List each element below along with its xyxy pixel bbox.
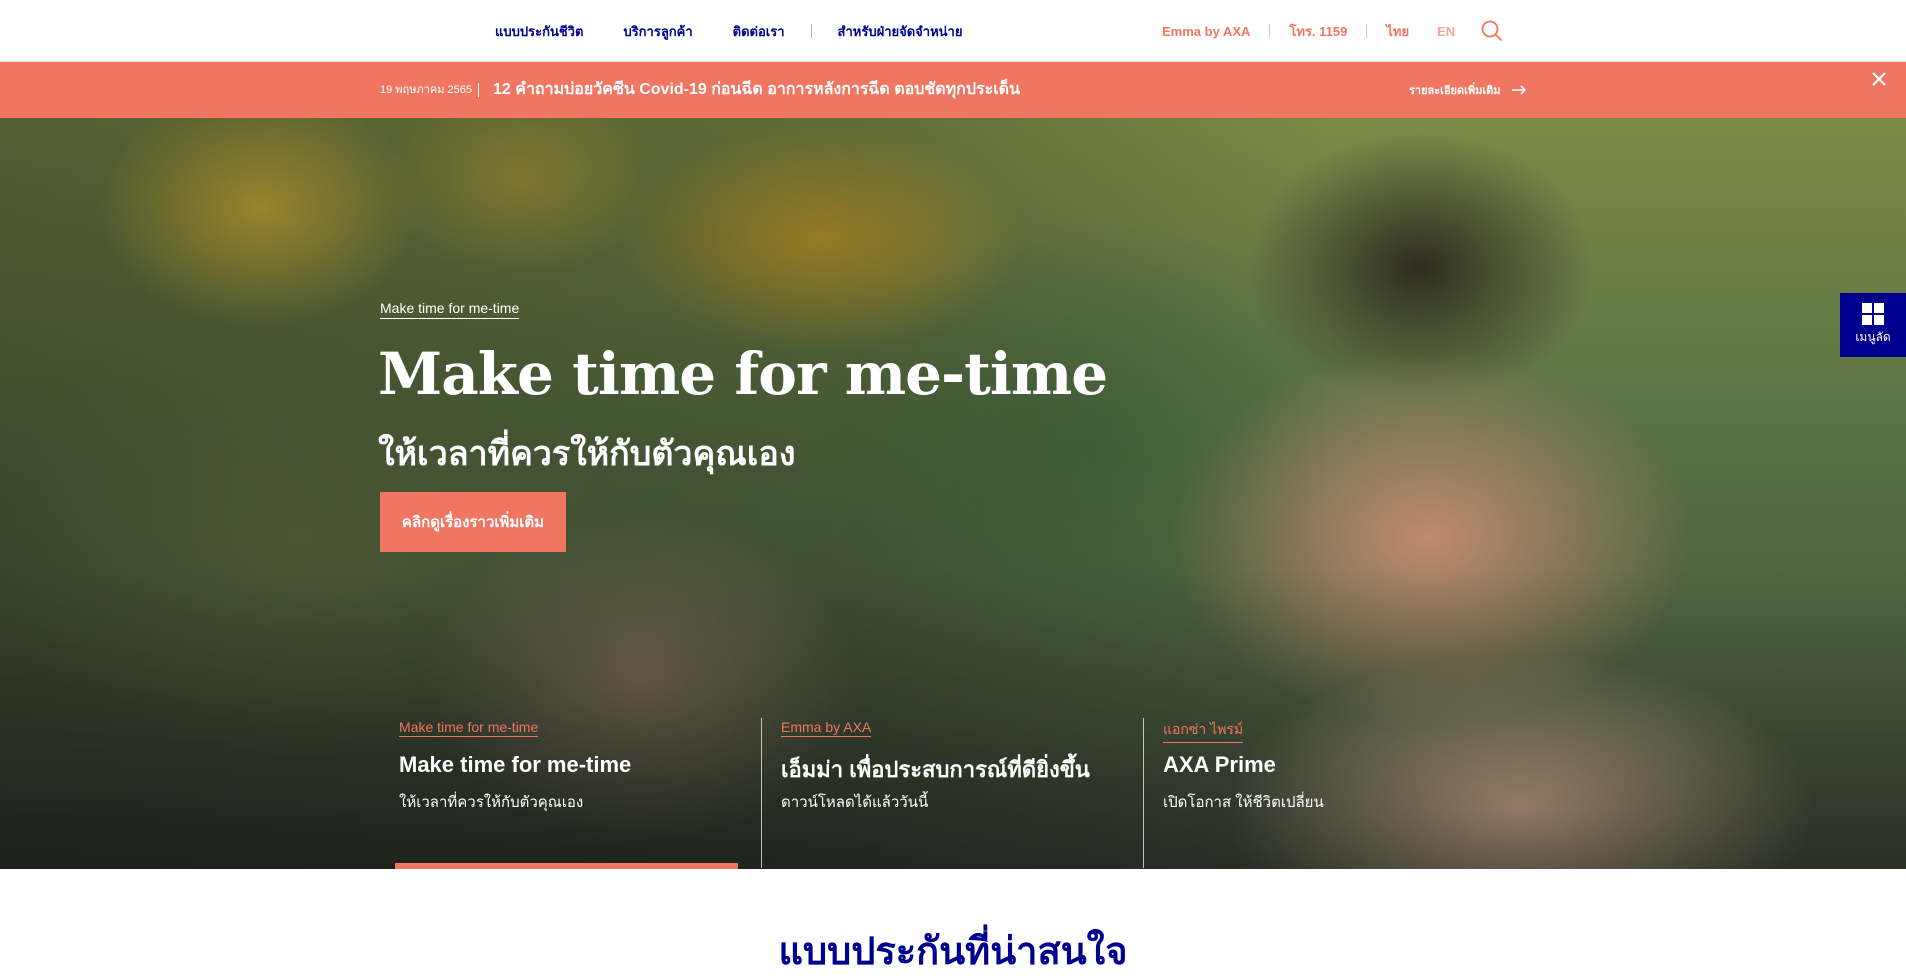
slide-description: ให้เวลาที่ควรให้กับตัวคุณเอง <box>399 794 584 811</box>
nav-divider <box>810 24 812 38</box>
announcement-more-link[interactable]: รายละเอียดเพิ่มเติม <box>1409 62 1527 118</box>
top-navigation: แบบประกันชีวิต บริการลูกค้า ติดต่อเรา สำ… <box>0 0 1906 62</box>
slide-description: ดาวน์โหลดได้แล้ววันนี้ <box>781 794 929 811</box>
slide-eyebrow: แอกซ่า ไพรม์ <box>1163 719 1244 743</box>
slide-title: เอ็มม่า เพื่อประสบการณ์ที่ดียิ่งขึ้น <box>781 757 1090 782</box>
quick-menu-button[interactable]: เมนูลัด <box>1840 293 1906 357</box>
hero-eyebrow-link[interactable]: Make time for me-time <box>380 300 520 319</box>
utility-menu: Emma by AXA โทร. 1159 ไทย EN <box>1162 0 1505 62</box>
hero-slide-selector: Make time for me-time Make time for me-t… <box>380 718 1540 868</box>
slide-tab[interactable]: Emma by AXA เอ็มม่า เพื่อประสบการณ์ที่ดี… <box>761 718 1121 868</box>
nav-customer-service[interactable]: บริการลูกค้า <box>623 21 692 42</box>
slide-tab[interactable]: Make time for me-time Make time for me-t… <box>380 718 740 868</box>
nav-life-insurance[interactable]: แบบประกันชีวิต <box>495 21 583 42</box>
slide-title: Make time for me-time <box>399 752 632 777</box>
emma-link[interactable]: Emma by AXA <box>1162 24 1250 39</box>
active-slide-indicator <box>395 863 738 869</box>
nav-distributors[interactable]: สำหรับฝ่ายจัดจำหน่าย <box>838 21 963 42</box>
hero-subtitle: ให้เวลาที่ควรให้กับตัวคุณเอง <box>378 435 796 473</box>
close-icon[interactable] <box>1868 68 1890 90</box>
quick-menu-label: เมนูลัด <box>1855 330 1891 344</box>
grid-icon <box>1862 303 1884 325</box>
language-thai[interactable]: ไทย <box>1386 21 1409 42</box>
utility-divider <box>1366 24 1368 38</box>
hero-cta-button[interactable]: คลิกดูเรื่องราวเพิ่มเติม <box>380 492 566 552</box>
utility-divider <box>1269 24 1271 38</box>
slide-eyebrow: Make time for me-time <box>399 719 539 737</box>
announcement-link[interactable]: 12 คำถามบ่อยวัคซีน Covid-19 ก่อนฉีด อากา… <box>493 62 1020 118</box>
announcement-divider <box>478 83 479 97</box>
announcement-bar: 19 พฤษภาคม 2565 12 คำถามบ่อยวัคซีน Covid… <box>0 62 1906 118</box>
search-icon[interactable] <box>1479 18 1505 44</box>
slide-tab[interactable]: แอกซ่า ไพรม์ AXA Prime เปิดโอกาส ให้ชีวิ… <box>1143 718 1503 868</box>
language-english[interactable]: EN <box>1437 24 1455 39</box>
slide-title: AXA Prime <box>1163 752 1276 777</box>
hero-title: Make time for me-time <box>378 340 1108 408</box>
section-title: แบบประกันที่น่าสนใจ <box>778 931 1128 973</box>
phone-link[interactable]: โทร. 1159 <box>1289 21 1347 42</box>
announcement-date: 19 พฤษภาคม 2565 <box>380 84 473 96</box>
slide-description: เปิดโอกาส ให้ชีวิตเปลี่ยน <box>1163 794 1324 811</box>
announcement-more-label: รายละเอียดเพิ่มเติม <box>1409 85 1501 97</box>
arrow-right-icon <box>1511 85 1526 95</box>
slide-eyebrow: Emma by AXA <box>781 719 872 737</box>
hero-banner: Make time for me-time Make time for me-t… <box>0 118 1906 869</box>
main-menu: แบบประกันชีวิต บริการลูกค้า ติดต่อเรา สำ… <box>495 0 1002 62</box>
nav-contact-us[interactable]: ติดต่อเรา <box>733 21 785 42</box>
